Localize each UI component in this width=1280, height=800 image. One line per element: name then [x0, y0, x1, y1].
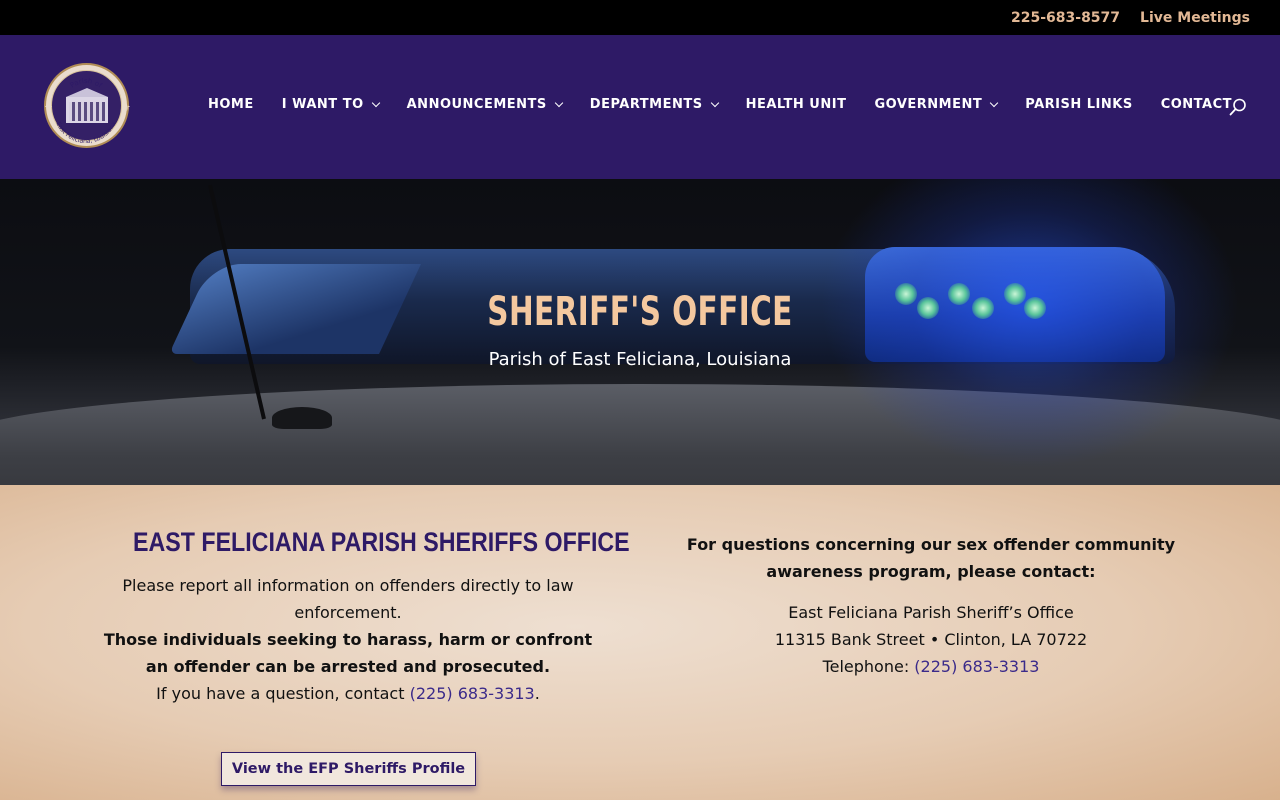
live-meetings-link[interactable]: Live Meetings — [1140, 10, 1250, 26]
svg-text:East Feliciana, Louisiana: East Feliciana, Louisiana — [54, 121, 117, 145]
question-prefix: If you have a question, contact — [156, 684, 410, 703]
nav-home[interactable]: HOME — [208, 97, 254, 112]
contact-address: East Feliciana Parish Sheriff’s Office 1… — [680, 599, 1182, 680]
chevron-down-icon — [554, 98, 564, 108]
nav-label: HOME — [208, 97, 254, 112]
chevron-down-icon — [989, 98, 999, 108]
telephone-link[interactable]: (225) 683-3313 — [914, 657, 1039, 676]
telephone-label: Telephone: — [822, 657, 915, 676]
question-suffix: . — [534, 684, 540, 703]
page-subtitle: Parish of East Feliciana, Louisiana — [488, 349, 792, 370]
nav-label: GOVERNMENT — [874, 97, 983, 112]
right-column: For questions concerning our sex offende… — [680, 531, 1182, 680]
nav-label: I WANT TO — [281, 97, 364, 112]
nav-health-unit[interactable]: HEALTH UNIT — [746, 97, 847, 112]
seal-text: Parish of East Feliciana, Louisiana — [54, 77, 117, 145]
seal-text-top: Parish of — [69, 77, 104, 90]
section-heading: EAST FELICIANA PARISH SHERIFFS OFFICE — [133, 527, 630, 557]
street-address: 11315 Bank Street • Clinton, LA 70722 — [774, 630, 1088, 649]
contact-question: For questions concerning our sex offende… — [686, 535, 1176, 581]
svg-text:Parish of: Parish of — [69, 77, 104, 90]
nav-contact[interactable]: CONTACT — [1161, 97, 1232, 112]
nav-label: CONTACT — [1160, 97, 1232, 112]
nav-parish-links[interactable]: PARISH LINKS — [1025, 97, 1132, 112]
site-header: ⚜ ⚜ Parish of East Feliciana, Louisiana … — [0, 35, 1280, 179]
seal-text-bottom: East Feliciana, Louisiana — [54, 121, 117, 145]
nav-label: PARISH LINKS — [1025, 97, 1133, 112]
nav-label: DEPARTMENTS — [589, 97, 703, 112]
view-profile-button[interactable]: View the EFP Sheriffs Profile — [221, 752, 476, 786]
antenna-base-image — [272, 407, 332, 429]
nav-label: ANNOUNCEMENTS — [406, 97, 547, 112]
left-column: EAST FELICIANA PARISH SHERIFFS OFFICE Pl… — [98, 527, 630, 707]
hero-banner: SHERIFF'S OFFICE Parish of East Felician… — [0, 179, 1280, 485]
search-icon[interactable] — [1229, 98, 1247, 116]
chevron-down-icon — [710, 98, 719, 108]
report-info: Please report all information on offende… — [98, 572, 598, 707]
parish-seal-logo[interactable]: ⚜ ⚜ Parish of East Feliciana, Louisiana — [44, 63, 131, 148]
report-line: Please report all information on offende… — [122, 576, 574, 622]
phone-link[interactable]: 225-683-8577 — [1011, 10, 1120, 26]
nav-announcements[interactable]: ANNOUNCEMENTS — [406, 97, 564, 112]
main-content: EAST FELICIANA PARISH SHERIFFS OFFICE Pl… — [0, 485, 1280, 800]
warning-text: Those individuals seeking to harass, har… — [103, 630, 593, 676]
nav-departments[interactable]: DEPARTMENTS — [589, 97, 719, 112]
nav-i-want-to[interactable]: I WANT TO — [281, 97, 380, 112]
nav-government[interactable]: GOVERNMENT — [874, 97, 999, 112]
phone-link[interactable]: (225) 683-3313 — [410, 684, 535, 703]
top-bar: 225-683-8577 Live Meetings — [0, 0, 1280, 35]
nav-label: HEALTH UNIT — [745, 97, 847, 112]
main-nav: HOME I WANT TO ANNOUNCEMENTS DEPARTMENTS… — [208, 97, 1260, 112]
page-title: SHERIFF'S OFFICE — [487, 289, 793, 335]
office-name: East Feliciana Parish Sheriff’s Office — [788, 603, 1074, 622]
chevron-down-icon — [371, 98, 380, 108]
